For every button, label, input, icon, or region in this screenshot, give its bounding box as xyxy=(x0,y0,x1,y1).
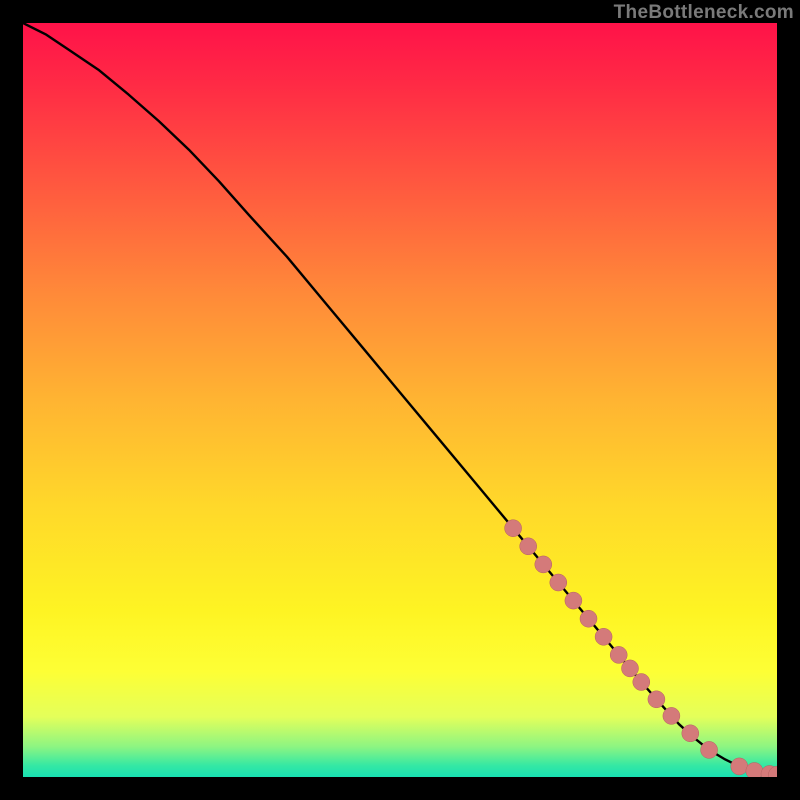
dot xyxy=(622,660,639,677)
dot xyxy=(731,758,748,775)
dot xyxy=(610,646,627,663)
dot xyxy=(535,556,552,573)
dot xyxy=(595,628,612,645)
dot xyxy=(746,763,763,778)
dot xyxy=(682,725,699,742)
highlight-dots xyxy=(505,520,777,777)
dot xyxy=(663,707,680,724)
dot xyxy=(565,592,582,609)
dot xyxy=(505,520,522,537)
dot xyxy=(633,674,650,691)
dot xyxy=(550,574,567,591)
dot xyxy=(580,610,597,627)
watermark-label: TheBottleneck.com xyxy=(614,2,794,24)
series-curve xyxy=(23,23,777,775)
plot-area xyxy=(23,23,777,777)
dot xyxy=(648,691,665,708)
chart-container: TheBottleneck.com xyxy=(0,0,800,800)
dot xyxy=(701,741,718,758)
dot xyxy=(520,538,537,555)
chart-overlay xyxy=(23,23,777,777)
